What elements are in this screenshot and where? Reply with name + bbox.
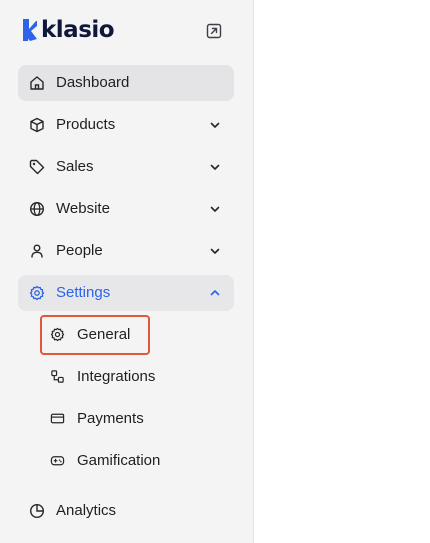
app-window: klasio Dashboard Products Sales Website … [0, 0, 430, 543]
gear-icon [49, 326, 65, 342]
credit-card-icon [49, 410, 65, 426]
sidebar: klasio Dashboard Products Sales Website … [0, 0, 254, 543]
sidebar-item-dashboard[interactable]: Dashboard [18, 65, 234, 101]
brand-logo[interactable]: klasio [22, 16, 115, 44]
sidebar-item-label: Sales [56, 158, 94, 175]
sidebar-subitem-gamification[interactable]: Gamification [40, 442, 234, 480]
sidebar-item-label: People [56, 242, 103, 259]
external-link-square-icon [206, 23, 221, 38]
sidebar-subitem-label: Payments [77, 410, 144, 427]
klasio-logo-mark-icon [23, 19, 37, 41]
sidebar-item-label: Website [56, 200, 110, 217]
brand-name: klasio [41, 17, 115, 43]
sidebar-item-sales[interactable]: Sales [18, 149, 234, 185]
gear-icon [28, 284, 46, 302]
sidebar-item-label: Analytics [56, 502, 117, 519]
chevron-down-icon[interactable] [208, 118, 222, 132]
pie-chart-icon [28, 502, 46, 520]
sidebar-subitem-label: General [77, 326, 131, 343]
chevron-up-icon[interactable] [208, 286, 222, 300]
sidebar-subitem-general[interactable]: General [40, 315, 150, 355]
home-icon [28, 74, 46, 92]
collapse-sidebar-button[interactable] [204, 21, 223, 40]
sidebar-subitem-label: Gamification [77, 452, 161, 469]
sidebar-item-analytics[interactable]: Analytics [18, 493, 234, 529]
sidebar-item-settings[interactable]: Settings [18, 275, 234, 311]
globe-icon [28, 200, 46, 218]
gamepad-icon [49, 452, 65, 468]
sidebar-item-products[interactable]: Products [18, 107, 234, 143]
integrations-icon [49, 368, 65, 384]
sidebar-subitem-payments[interactable]: Payments [40, 400, 234, 438]
chevron-down-icon[interactable] [208, 202, 222, 216]
main-content [255, 0, 430, 543]
sidebar-item-website[interactable]: Website [18, 191, 234, 227]
chevron-down-icon[interactable] [208, 160, 222, 174]
person-icon [28, 242, 46, 260]
sidebar-item-label: Products [56, 116, 116, 133]
chevron-down-icon[interactable] [208, 244, 222, 258]
sidebar-item-people[interactable]: People [18, 233, 234, 269]
tag-icon [28, 158, 46, 176]
sidebar-subitem-integrations[interactable]: Integrations [40, 358, 234, 396]
sidebar-item-label: Settings [56, 284, 111, 301]
sidebar-item-label: Dashboard [56, 74, 130, 91]
box-icon [28, 116, 46, 134]
sidebar-subitem-label: Integrations [77, 368, 156, 385]
